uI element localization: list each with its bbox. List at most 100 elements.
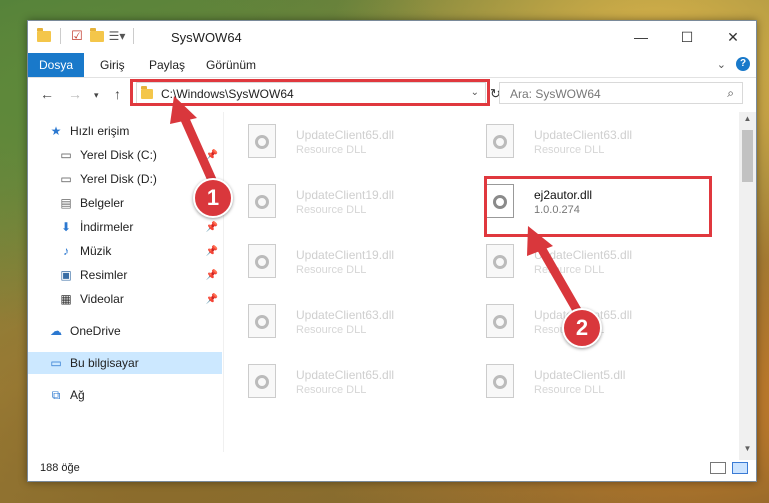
folder-icon[interactable] xyxy=(36,27,52,44)
vertical-scrollbar[interactable]: ▲ ▼ xyxy=(739,112,756,460)
dll-file-icon xyxy=(248,124,276,158)
file-description: Resource DLL xyxy=(296,384,367,396)
tab-view[interactable]: Görünüm xyxy=(206,53,256,77)
sidebar-item-pictures[interactable]: ▣ Resimler 📌 xyxy=(58,264,222,286)
cloud-icon: ☁ xyxy=(50,324,62,338)
download-icon: ⬇ xyxy=(60,220,72,234)
help-icon[interactable]: ? xyxy=(736,57,750,71)
toolbar-divider xyxy=(133,28,134,44)
videos-icon: ▦ xyxy=(60,292,72,306)
sidebar-item-label: Resimler xyxy=(80,268,128,282)
sidebar-item-music[interactable]: ♪ Müzik 📌 xyxy=(58,240,222,262)
file-item[interactable]: UpdateClient63.dll Resource DLL xyxy=(224,300,454,348)
file-name: UpdateClient19.dll xyxy=(296,248,395,262)
file-item[interactable]: UpdateClient5.dll Resource DLL xyxy=(462,360,692,408)
ribbon-tabs: Dosya Giriş Paylaş Görünüm ⌄ ? xyxy=(28,53,756,78)
search-placeholder: Ara: SysWOW64 xyxy=(510,87,601,101)
file-description: Resource DLL xyxy=(534,264,605,276)
scroll-down-arrow-icon[interactable]: ▼ xyxy=(739,444,756,458)
tab-share[interactable]: Paylaş xyxy=(149,53,185,77)
file-item[interactable]: UpdateClient63.dll Resource DLL xyxy=(462,120,692,168)
recent-locations-chevron-icon[interactable]: ▾ xyxy=(94,90,99,101)
sidebar-item-local-disk-c[interactable]: ▭ Yerel Disk (C:) 📌 xyxy=(58,144,222,166)
scrollbar-thumb[interactable] xyxy=(742,130,753,182)
up-arrow-icon[interactable]: ↑ xyxy=(114,86,121,102)
pictures-icon: ▣ xyxy=(60,268,72,282)
sidebar-item-label: Bu bilgisayar xyxy=(70,356,139,370)
tab-home[interactable]: Giriş xyxy=(100,53,125,77)
details-view-icon[interactable] xyxy=(710,462,726,474)
file-name: UpdateClient19.dll xyxy=(296,188,395,202)
sidebar-item-this-pc[interactable]: ▭ Bu bilgisayar xyxy=(28,352,222,374)
dll-file-icon xyxy=(486,364,514,398)
sidebar-item-label: Videolar xyxy=(80,292,124,306)
tiles-view-icon[interactable] xyxy=(732,462,748,474)
file-item[interactable]: UpdateClient19.dll Resource DLL xyxy=(224,180,454,228)
search-icon: ⌕ xyxy=(727,86,734,100)
forward-arrow-icon[interactable]: → xyxy=(68,86,82,102)
window-controls: — ☐ ✕ xyxy=(618,21,756,53)
sidebar-item-downloads[interactable]: ⬇ İndirmeler 📌 xyxy=(58,216,222,238)
address-bar-highlight xyxy=(130,79,490,106)
drive-icon: ▭ xyxy=(60,172,72,186)
file-item[interactable]: UpdateClient65.dll Resource DLL xyxy=(224,120,454,168)
sidebar-item-label: Müzik xyxy=(80,244,112,258)
sidebar-item-quick-access[interactable]: ★ Hızlı erişim xyxy=(48,120,242,142)
file-list: UpdateClient65.dll Resource DLL UpdateCl… xyxy=(224,112,740,452)
properties-icon[interactable]: ☑ xyxy=(69,28,85,44)
file-description: Resource DLL xyxy=(296,204,367,216)
customize-toolbar-icon[interactable]: ☰▾ xyxy=(109,28,126,44)
file-name: UpdateClient65.dll xyxy=(296,368,395,382)
file-description: Resource DLL xyxy=(296,324,367,336)
sidebar-item-label: İndirmeler xyxy=(80,220,134,234)
file-name: UpdateClient63.dll xyxy=(534,128,633,142)
sidebar-item-onedrive[interactable]: ☁ OneDrive xyxy=(48,320,222,342)
file-name: UpdateClient5.dll xyxy=(534,368,626,382)
file-item[interactable]: UpdateClient19.dll Resource DLL xyxy=(224,240,454,288)
dll-file-icon xyxy=(248,364,276,398)
file-item[interactable]: UpdateClient65.dll Resource DLL xyxy=(224,360,454,408)
tab-file[interactable]: Dosya xyxy=(28,53,84,77)
minimize-button[interactable]: — xyxy=(618,21,664,53)
maximize-button[interactable]: ☐ xyxy=(664,21,710,53)
step-1-badge: 1 xyxy=(193,178,233,218)
back-arrow-icon[interactable]: ← xyxy=(40,86,54,102)
dll-file-icon xyxy=(248,184,276,218)
file-description: Resource DLL xyxy=(296,144,367,156)
scroll-up-arrow-icon[interactable]: ▲ xyxy=(739,114,756,128)
file-name: UpdateClient65.dll xyxy=(296,128,395,142)
dll-file-icon xyxy=(486,244,514,278)
pin-icon[interactable]: 📌 xyxy=(206,246,218,257)
star-icon: ★ xyxy=(50,124,62,138)
pin-icon[interactable]: 📌 xyxy=(206,270,218,281)
search-input[interactable]: Ara: SysWOW64 ⌕ xyxy=(499,82,743,104)
file-name: UpdateClient63.dll xyxy=(296,308,395,322)
file-description: Resource DLL xyxy=(534,384,605,396)
dll-file-icon xyxy=(486,124,514,158)
sidebar-item-videos[interactable]: ▦ Videolar 📌 xyxy=(58,288,222,310)
close-button[interactable]: ✕ xyxy=(710,21,756,53)
file-name: UpdateClient65.dll xyxy=(534,248,633,262)
sidebar-item-network[interactable]: ⧉ Ağ xyxy=(48,384,222,406)
drive-icon: ▭ xyxy=(60,148,72,162)
sidebar-item-label: OneDrive xyxy=(70,324,121,338)
sidebar-item-label: Hızlı erişim xyxy=(70,124,130,138)
dll-file-icon xyxy=(248,244,276,278)
toolbar-divider xyxy=(60,28,61,44)
pin-icon[interactable]: 📌 xyxy=(206,294,218,305)
window-title: SysWOW64 xyxy=(171,30,242,45)
sidebar-item-label: Ağ xyxy=(70,388,85,402)
file-item[interactable]: UpdateClient65.dll Resource DLL xyxy=(462,240,692,288)
step-2-badge: 2 xyxy=(562,308,602,348)
pin-icon[interactable]: 📌 xyxy=(206,150,218,161)
view-switcher xyxy=(710,462,748,474)
new-folder-icon[interactable] xyxy=(89,27,105,44)
status-bar: 188 öğe xyxy=(28,457,756,481)
music-icon: ♪ xyxy=(63,244,69,258)
file-description: Resource DLL xyxy=(534,144,605,156)
file-highlight xyxy=(484,176,712,237)
expand-ribbon-chevron-icon[interactable]: ⌄ xyxy=(717,58,726,71)
pin-icon[interactable]: 📌 xyxy=(206,222,218,233)
sidebar-item-label: Belgeler xyxy=(80,196,125,210)
quick-access-toolbar: ☑ ☰▾ xyxy=(36,27,138,44)
